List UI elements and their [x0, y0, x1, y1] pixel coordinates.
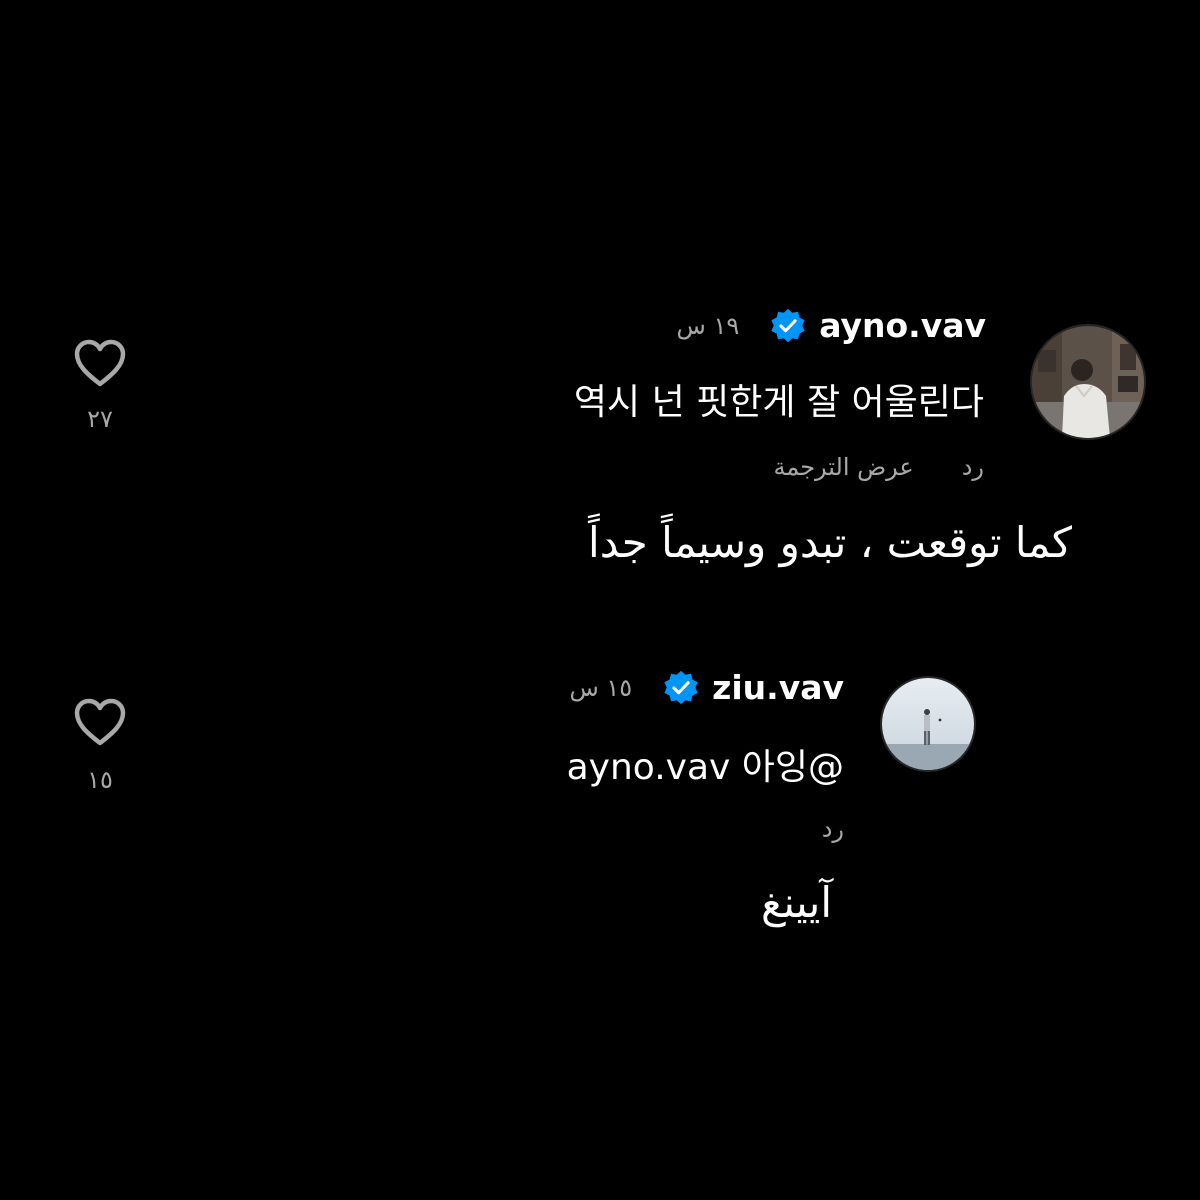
- comment-header-1: ١٩ س ayno.vav: [677, 306, 986, 345]
- reply-button[interactable]: رد: [822, 815, 844, 843]
- comment-text: ayno.vav 아잉@: [566, 747, 844, 788]
- username-link[interactable]: ayno.vav: [819, 306, 986, 345]
- translation-caption: كما توقعت ، تبدو وسيماً جداً: [588, 518, 1072, 567]
- avatar-photo-ayno: [1032, 326, 1144, 438]
- avatar-photo-ziu: [882, 678, 974, 770]
- comment-text: 역시 넌 핏한게 잘 어울린다: [573, 382, 984, 423]
- verified-badge-icon: [769, 307, 807, 345]
- comment-time: ١٩ س: [676, 311, 740, 340]
- heart-outline-icon: [74, 698, 126, 746]
- like-button-1[interactable]: [72, 338, 128, 388]
- like-count-2: ١٥: [87, 766, 113, 794]
- avatar-ayno[interactable]: [1030, 324, 1146, 440]
- reply-button[interactable]: رد: [962, 453, 984, 481]
- heart-outline-icon: [74, 339, 126, 387]
- avatar-ziu[interactable]: [880, 676, 976, 772]
- comment-time: ١٥ س: [569, 673, 633, 702]
- like-button-2[interactable]: [72, 697, 128, 747]
- username-link[interactable]: ziu.vav: [712, 668, 844, 707]
- comment-actions-2: رد: [822, 815, 844, 843]
- see-translation-button[interactable]: عرض الترجمة: [773, 453, 913, 481]
- translation-caption: آيينغ: [760, 878, 832, 927]
- comment-header-2: ١٥ س ziu.vav: [569, 668, 844, 707]
- verified-badge-icon: [662, 669, 700, 707]
- comment-actions-1: عرض الترجمة رد: [773, 453, 984, 481]
- like-count-1: ٢٧: [87, 405, 113, 433]
